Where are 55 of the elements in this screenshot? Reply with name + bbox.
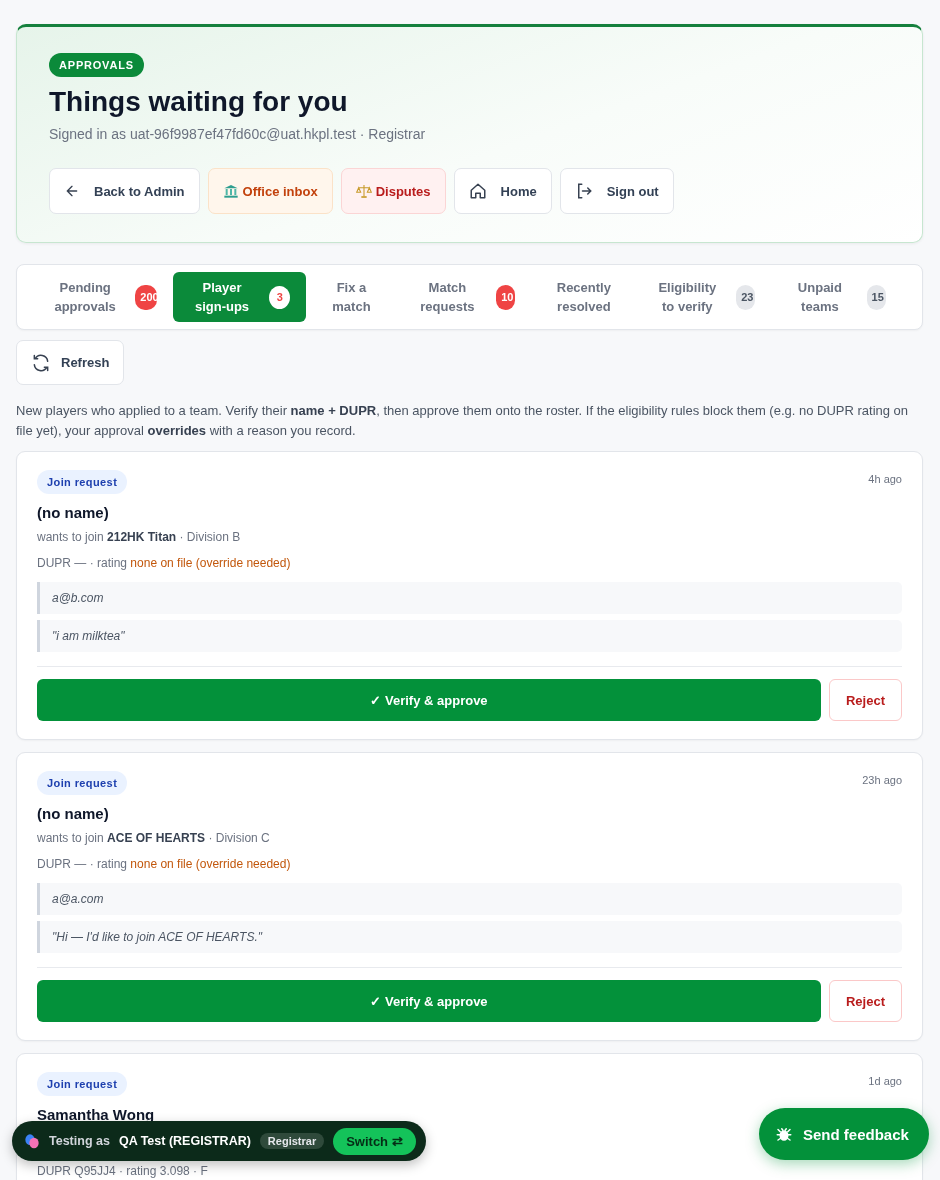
tab[interactable]: Fix a match bbox=[306, 272, 397, 322]
time-ago: 23h ago bbox=[862, 774, 902, 786]
request-tag: Join request bbox=[37, 1072, 128, 1096]
back-arrow-icon bbox=[64, 183, 80, 199]
test-user-name: QA Test (REGISTRAR) bbox=[118, 1134, 251, 1148]
applicant-note: "Hi — I'd like to join ACE OF HEARTS." bbox=[37, 921, 902, 953]
scales-icon bbox=[355, 183, 372, 199]
reject-button[interactable]: Reject bbox=[829, 980, 902, 1022]
nav-button[interactable]: Back to Admin bbox=[49, 168, 200, 214]
signed-in-text: Signed in as uat-96f9987ef47fd60c@uat.hkpl.test · Registrar bbox=[49, 126, 427, 142]
switch-button[interactable]: Switch ⇄ bbox=[333, 1127, 416, 1155]
tab[interactable]: Eligibility to verify 23 bbox=[636, 272, 772, 322]
role-badge: Registrar bbox=[259, 1133, 325, 1149]
intro-paragraph: New players who applied to a team. Verify their name + DUPR, then approve them onto the roster. If the eligibility rules block them (e.g. no DUPR rating on file yet), your approval overrides with a reason you record. bbox=[16, 402, 910, 440]
nav-button[interactable]: Office inbox bbox=[207, 168, 333, 214]
feedback-button[interactable]: Send feedback bbox=[759, 1108, 929, 1160]
rating-status: none on file (override needed) bbox=[130, 857, 291, 871]
count-badge: 23 bbox=[736, 284, 756, 310]
refresh-icon bbox=[31, 352, 51, 373]
player-name: (no name) bbox=[37, 504, 110, 521]
nav-button[interactable]: Home bbox=[453, 168, 552, 214]
masks-icon bbox=[24, 1133, 40, 1149]
request-tag: Join request bbox=[37, 470, 128, 494]
approve-button[interactable]: ✓ Verify & approve bbox=[37, 679, 821, 721]
rating-status: none on file (override needed) bbox=[130, 556, 291, 570]
count-badge: 15 bbox=[866, 284, 886, 310]
approve-button[interactable]: ✓ Verify & approve bbox=[37, 980, 821, 1022]
applicant-note: a@a.com bbox=[37, 883, 902, 915]
time-ago: 4h ago bbox=[868, 473, 902, 485]
applicant-note: "i am milktea" bbox=[37, 620, 902, 652]
count-badge: 10 bbox=[496, 284, 516, 310]
team-line: wants to join ACE OF HEARTS · Division C bbox=[37, 831, 271, 845]
page-title: Things waiting for you bbox=[49, 86, 349, 118]
count-badge: 3 bbox=[269, 285, 291, 309]
player-name: (no name) bbox=[37, 805, 110, 822]
nav-button[interactable]: Disputes bbox=[340, 168, 446, 214]
testing-label: Testing as bbox=[49, 1134, 110, 1148]
tab[interactable]: Unpaid teams 15 bbox=[771, 272, 902, 322]
refresh-button[interactable]: Refresh bbox=[16, 340, 125, 385]
tab[interactable]: Recently resolved bbox=[531, 272, 637, 322]
section-tag: APPROVALS bbox=[49, 53, 144, 77]
time-ago: 1d ago bbox=[868, 1075, 902, 1087]
building-icon bbox=[222, 183, 239, 199]
tab[interactable]: Player sign-ups 3 bbox=[172, 272, 307, 322]
dupr-info: DUPR — · rating bbox=[37, 857, 129, 871]
bug-icon bbox=[775, 1125, 793, 1143]
applicant-note: a@b.com bbox=[37, 582, 902, 614]
dupr-info: DUPR Q95JJ4 · rating 3.098 · F bbox=[37, 1164, 208, 1178]
dupr-info: DUPR — · rating bbox=[37, 556, 129, 570]
reject-button[interactable]: Reject bbox=[829, 679, 902, 721]
team-line: wants to join 212HK Titan · Division B bbox=[37, 530, 242, 544]
request-tag: Join request bbox=[37, 771, 128, 795]
home-icon bbox=[468, 182, 487, 200]
tab[interactable]: Match requests 10 bbox=[396, 272, 532, 322]
nav-button[interactable]: Sign out bbox=[559, 168, 674, 214]
